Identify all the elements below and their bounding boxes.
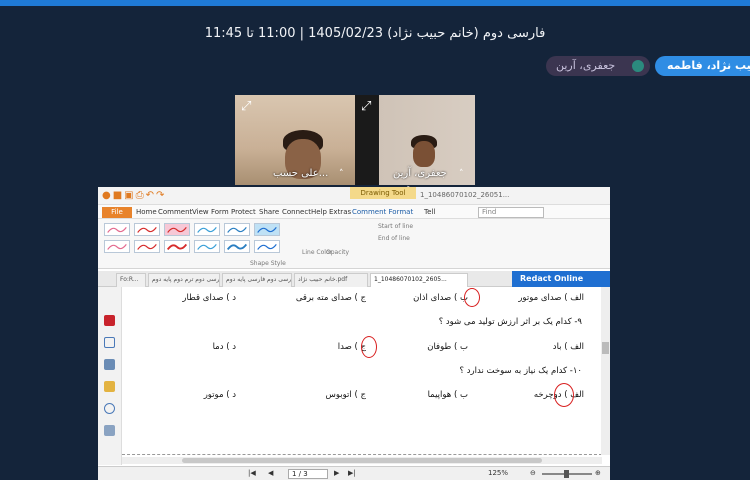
answer-option: ب ) هواپیما	[427, 390, 468, 400]
expand-icon[interactable]: ⤢	[241, 99, 251, 114]
menu-view[interactable]: View	[192, 208, 209, 216]
avatar	[632, 60, 644, 72]
zoom-in-icon[interactable]: ⊕	[595, 469, 601, 477]
question-text: ۹- کدام یک بر اثر ارزش تولید می شود ؟	[438, 317, 582, 327]
question-text: ۱۰- کدام یک نیاز به سوخت ندارد ؟	[459, 366, 582, 376]
layers-icon[interactable]	[104, 359, 115, 370]
doc-tab[interactable]: فارسی دوم ترم دوم پایه دوم	[148, 273, 220, 287]
vertical-scrollbar[interactable]	[601, 287, 610, 455]
first-page-icon[interactable]: |◀	[248, 469, 256, 477]
status-bar: |◀ ◀ 1 / 3 ▶ ▶| 125% ⊖ ⊕	[98, 466, 610, 480]
answer-option: الف ) صدای موتور	[518, 293, 584, 303]
zoom-out-icon[interactable]: ⊖	[530, 469, 536, 477]
answer-option: الف ) باد	[552, 342, 584, 352]
next-page-icon[interactable]: ▶	[334, 469, 339, 477]
participant-chip-label: جعفری، آرین	[556, 59, 616, 72]
answer-option: د ) دما	[212, 342, 236, 352]
pages-icon[interactable]	[104, 337, 115, 348]
scroll-thumb[interactable]	[182, 458, 542, 463]
start-of-line-select[interactable]: Start of line	[378, 223, 413, 230]
shape-style-swatch[interactable]	[224, 240, 250, 253]
menu-comment[interactable]: Comment	[158, 208, 192, 216]
participant-chip-host[interactable]: حبیب نژاد، فاطمه	[655, 56, 750, 76]
chevron-up-icon[interactable]: ˄	[459, 169, 464, 179]
menu-form[interactable]: Form	[211, 208, 229, 216]
ribbon: Shape Style Line Color Opacity Start of …	[98, 219, 610, 269]
shape-style-swatch[interactable]	[254, 240, 280, 253]
drawing-tool-tab[interactable]: Drawing Tool	[350, 187, 416, 199]
shape-style-swatch[interactable]	[104, 223, 130, 236]
participant-chip-user[interactable]: جعفری، آرین	[546, 56, 650, 76]
page-number-input[interactable]: 1 / 3	[288, 469, 328, 479]
answer-option: ج ) صدای مته برقی	[295, 293, 366, 303]
menu-bar: File Home Comment View Form Protect Shar…	[98, 205, 610, 219]
doc-tab-active[interactable]: 1_10486070102_2605...	[370, 273, 468, 287]
menu-comment-format[interactable]: Comment Format	[352, 208, 413, 216]
shape-style-swatch[interactable]	[224, 223, 250, 236]
doc-tab[interactable]: Fo:R...	[116, 273, 146, 287]
video-tile-name: علی حسب...	[273, 168, 329, 179]
tell-me[interactable]: Tell	[424, 208, 435, 216]
red-circle-annotation	[554, 383, 574, 407]
left-toolbar	[98, 287, 122, 465]
menu-home[interactable]: Home	[136, 208, 157, 216]
bookmark-icon[interactable]	[104, 315, 115, 326]
doc-tab[interactable]: فارسی دوم فارسی پایه دوم	[222, 273, 292, 287]
last-page-icon[interactable]: ▶|	[348, 469, 356, 477]
quick-access-icons[interactable]: ●■▣⎙↶↷	[102, 190, 166, 201]
title-bar: ●■▣⎙↶↷ Drawing Tool 1_10486070102_26051.…	[98, 187, 610, 205]
red-circle-annotation	[464, 288, 480, 307]
find-input[interactable]: Find	[478, 207, 544, 218]
answer-option: ب ) صدای اذان	[413, 293, 468, 303]
opacity-button[interactable]: Opacity	[326, 249, 349, 256]
menu-protect[interactable]: Protect	[231, 208, 256, 216]
end-of-line-select[interactable]: End of line	[378, 235, 410, 242]
menu-share[interactable]: Share	[259, 208, 279, 216]
scroll-thumb[interactable]	[602, 342, 609, 354]
shape-style-swatch[interactable]	[254, 223, 280, 236]
document-title: 1_10486070102_26051...	[420, 191, 510, 199]
participant-face	[413, 141, 435, 167]
shape-style-label: Shape Style	[250, 260, 286, 267]
pdf-editor-window: ●■▣⎙↶↷ Drawing Tool 1_10486070102_26051.…	[98, 187, 610, 480]
zoom-level[interactable]: 125%	[488, 469, 508, 477]
file-button[interactable]: File	[102, 207, 132, 218]
answer-option: د ) صدای قطار	[182, 293, 236, 303]
zoom-slider-knob[interactable]	[564, 470, 569, 478]
video-tile-name: جعفری، آرین	[393, 168, 447, 179]
menu-extras[interactable]: Extras	[329, 208, 351, 216]
attachment-icon[interactable]	[104, 403, 115, 414]
video-tile[interactable]: ⤢ جعفری، آرین ˄	[355, 95, 475, 185]
chevron-up-icon[interactable]: ˄	[339, 169, 344, 179]
red-circle-annotation	[361, 336, 377, 358]
expand-icon[interactable]: ⤢	[361, 99, 371, 114]
prev-page-icon[interactable]: ◀	[268, 469, 273, 477]
shape-style-swatch[interactable]	[194, 223, 220, 236]
horizontal-scrollbar[interactable]	[122, 457, 602, 464]
session-title: فارسی دوم (خانم حبیب نژاد) 1405/02/23 | …	[204, 26, 546, 41]
shape-style-swatch[interactable]	[134, 240, 160, 253]
video-tile[interactable]: ⤢ علی حسب... ˄	[235, 95, 355, 185]
document-page: الف ) صدای موتور ب ) صدای اذان ج ) صدای …	[122, 287, 602, 455]
top-accent-bar	[0, 0, 750, 6]
redact-online-button[interactable]: Redact Online	[512, 271, 610, 287]
shape-style-swatch[interactable]	[104, 240, 130, 253]
answer-option: د ) موتور	[203, 390, 236, 400]
menu-help[interactable]: Help	[311, 208, 327, 216]
answer-option: ب ) طوفان	[427, 342, 468, 352]
shape-style-swatch[interactable]	[164, 223, 190, 236]
doc-tab[interactable]: خانم حبیب نژاد.pdf	[294, 273, 368, 287]
answer-option: ج ) اتوبوس	[325, 390, 366, 400]
comments-icon[interactable]	[104, 381, 115, 392]
shape-style-swatch[interactable]	[134, 223, 160, 236]
shape-style-swatch[interactable]	[194, 240, 220, 253]
menu-connect[interactable]: Connect	[282, 208, 311, 216]
shape-style-swatch[interactable]	[164, 240, 190, 253]
signature-icon[interactable]	[104, 425, 115, 436]
